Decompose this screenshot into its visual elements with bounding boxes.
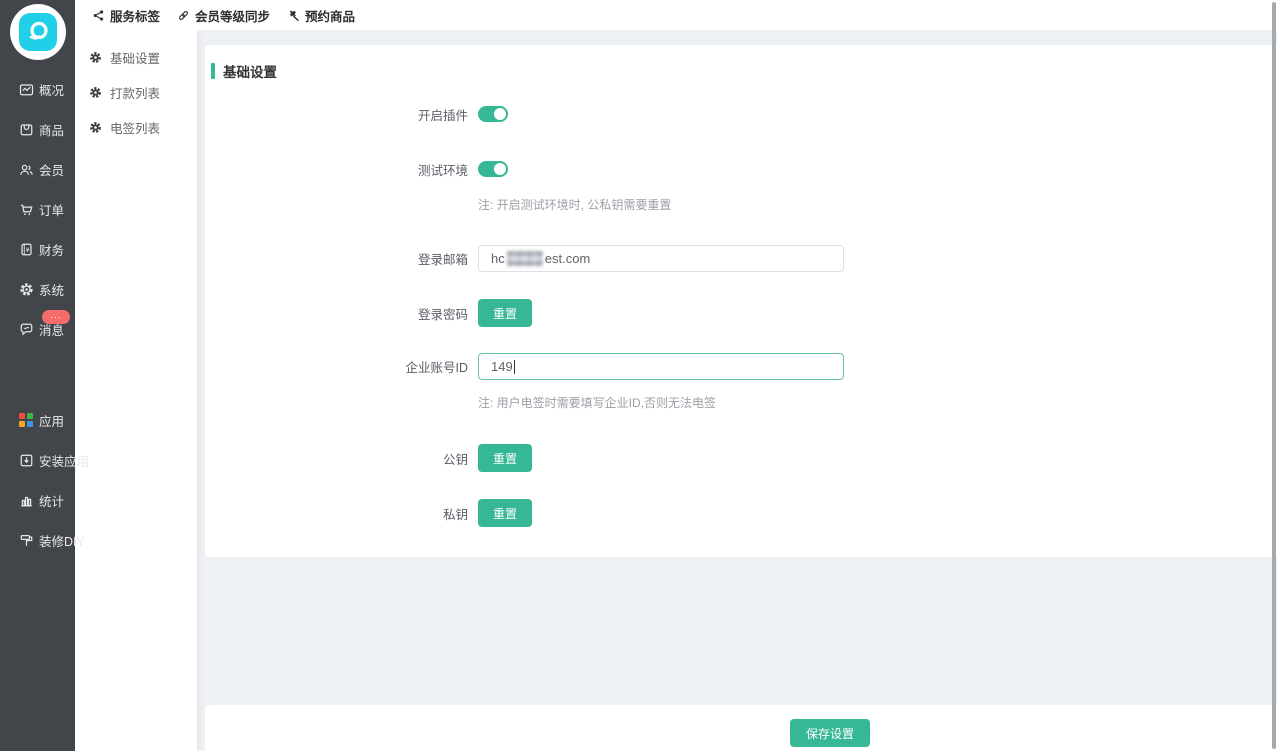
- section-title: 基础设置: [223, 61, 277, 81]
- toggle-knob: [494, 108, 506, 120]
- email-value-prefix: hc: [491, 251, 505, 266]
- sidebar-item-label: 商品: [39, 120, 64, 139]
- stats-icon: [19, 493, 34, 508]
- sidebar-item-system[interactable]: 系统: [0, 280, 75, 298]
- email-value-suffix: est.com: [545, 251, 591, 266]
- sidebar-item-messages[interactable]: 消息 ...: [0, 320, 75, 338]
- company-id-input[interactable]: 149: [478, 353, 844, 380]
- share-icon: [92, 9, 105, 22]
- row-login-email: 登录邮箱 hc est.com: [205, 245, 1277, 272]
- sidebar-item-overview[interactable]: 概况: [0, 80, 75, 98]
- main-sidebar: 概况 商品 会员 订单 ¥ 财务: [0, 0, 75, 751]
- subnav-item-payment-list[interactable]: 打款列表: [75, 83, 197, 101]
- toggle-knob: [494, 163, 506, 175]
- field-label: 登录密码: [205, 304, 468, 323]
- overview-icon: [19, 82, 34, 97]
- system-icon: [19, 282, 34, 297]
- sidebar-item-label: 应用: [39, 411, 64, 430]
- subnav-item-esign-list[interactable]: 电签列表: [75, 118, 197, 136]
- subnav-item-basic-settings[interactable]: 基础设置: [75, 48, 197, 66]
- tab-member-level-sync[interactable]: 会员等级同步: [177, 6, 270, 25]
- install-app-icon: [19, 453, 34, 468]
- section-title-accent-bar: [211, 63, 215, 79]
- finance-icon: ¥: [19, 242, 34, 257]
- tab-reservation-goods[interactable]: 预约商品: [287, 6, 355, 25]
- app-logo[interactable]: [10, 4, 66, 60]
- sidebar-item-label: 系统: [39, 280, 64, 299]
- field-label: 公钥: [205, 449, 468, 468]
- sidebar-item-label: 订单: [39, 200, 64, 219]
- field-label: 测试环境: [205, 160, 468, 179]
- sidebar-item-label: 会员: [39, 160, 64, 179]
- private-key-reset-button[interactable]: 重置: [478, 499, 532, 527]
- sidebar-item-decorate-diy[interactable]: 装修DIY: [0, 531, 75, 549]
- sidebar-item-orders[interactable]: 订单: [0, 200, 75, 218]
- basic-settings-card: 基础设置 开启插件 测试环境 注: 开启测试环境时, 公私钥需要重置 登录邮箱 …: [205, 45, 1277, 557]
- tab-label: 会员等级同步: [195, 6, 270, 25]
- sidebar-item-label: 安装应用: [39, 451, 89, 470]
- save-footer-bar: 保存设置: [205, 705, 1277, 751]
- field-label: 登录邮箱: [205, 249, 468, 268]
- row-company-id: 企业账号ID 149: [205, 353, 1277, 380]
- field-label: 企业账号ID: [205, 357, 468, 376]
- subnav-item-label: 电签列表: [110, 118, 160, 137]
- row-test-env: 测试环境: [205, 161, 1277, 177]
- row-public-key: 公钥 重置: [205, 444, 1277, 472]
- apps-icon: [19, 413, 33, 427]
- test-env-toggle[interactable]: [478, 161, 508, 177]
- sidebar-item-label: 统计: [39, 491, 64, 510]
- topbar: 服务标签 会员等级同步 预约商品: [75, 0, 1277, 30]
- gear-icon: [89, 86, 102, 99]
- logo-icon: [19, 13, 57, 51]
- sidebar-item-install-app[interactable]: 安装应用: [0, 451, 75, 469]
- orders-icon: [19, 202, 34, 217]
- row-private-key: 私钥 重置: [205, 499, 1277, 527]
- sidebar-item-label: 装修DIY: [39, 531, 85, 550]
- email-redacted-block: [507, 251, 543, 266]
- sidebar-item-stats[interactable]: 统计: [0, 491, 75, 509]
- sidebar-item-members[interactable]: 会员: [0, 160, 75, 178]
- message-badge: ...: [42, 310, 70, 324]
- subnav-item-label: 基础设置: [110, 48, 160, 67]
- test-env-note: 注: 开启测试环境时, 公私钥需要重置: [478, 196, 671, 213]
- text-cursor: [514, 360, 515, 374]
- save-settings-button[interactable]: 保存设置: [790, 719, 870, 747]
- decorate-diy-icon: [19, 533, 34, 548]
- settings-subnav: 基础设置 打款列表 电签列表: [75, 30, 197, 751]
- company-id-note: 注: 用户电签时需要填写企业ID,否则无法电签: [478, 394, 716, 411]
- field-label: 私钥: [205, 504, 468, 523]
- password-reset-button[interactable]: 重置: [478, 299, 532, 327]
- section-header: 基础设置: [211, 61, 277, 81]
- company-id-value: 149: [491, 359, 513, 374]
- gear-icon: [89, 51, 102, 64]
- sidebar-item-label: 财务: [39, 240, 64, 259]
- goods-icon: [19, 122, 34, 137]
- vertical-scrollbar[interactable]: [1272, 2, 1276, 749]
- row-login-password: 登录密码 重置: [205, 299, 1277, 327]
- svg-text:¥: ¥: [26, 246, 30, 253]
- gear-icon: [89, 121, 102, 134]
- tab-service-tags[interactable]: 服务标签: [92, 6, 160, 25]
- subnav-item-label: 打款列表: [110, 83, 160, 102]
- row-enable-plugin: 开启插件: [205, 106, 1277, 122]
- field-label: 开启插件: [205, 105, 468, 124]
- sidebar-item-finance[interactable]: ¥ 财务: [0, 240, 75, 258]
- sidebar-item-goods[interactable]: 商品: [0, 120, 75, 138]
- members-icon: [19, 162, 34, 177]
- gavel-icon: [287, 9, 300, 22]
- message-icon: [19, 322, 34, 337]
- login-email-input[interactable]: hc est.com: [478, 245, 844, 272]
- public-key-reset-button[interactable]: 重置: [478, 444, 532, 472]
- sidebar-group-divider: [0, 360, 75, 411]
- sidebar-nav: 概况 商品 会员 订单 ¥ 财务: [0, 80, 75, 549]
- sidebar-item-label: 概况: [39, 80, 64, 99]
- tab-label: 服务标签: [110, 6, 160, 25]
- sidebar-item-apps[interactable]: 应用: [0, 411, 75, 429]
- tab-label: 预约商品: [305, 6, 355, 25]
- link-icon: [177, 9, 190, 22]
- enable-plugin-toggle[interactable]: [478, 106, 508, 122]
- main-content: 基础设置 开启插件 测试环境 注: 开启测试环境时, 公私钥需要重置 登录邮箱 …: [197, 30, 1277, 751]
